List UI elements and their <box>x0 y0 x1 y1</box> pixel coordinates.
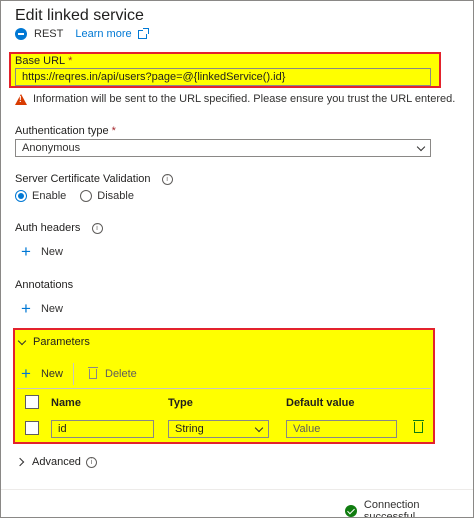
external-link-icon[interactable] <box>137 27 149 39</box>
cert-validation-options: Enable Disable <box>15 190 134 202</box>
auth-type-select[interactable]: Anonymous <box>15 139 431 157</box>
auth-headers-new-button[interactable]: + New <box>21 242 63 261</box>
select-all-checkbox[interactable] <box>25 395 39 409</box>
enable-radio[interactable] <box>15 190 27 202</box>
auth-headers-label: Auth headers i <box>15 222 103 234</box>
trash-icon <box>88 367 98 379</box>
cert-validation-label-text: Server Certificate Validation <box>15 173 151 185</box>
chevron-down-icon <box>17 336 27 345</box>
rest-icon <box>15 28 27 40</box>
panel-title: Edit linked service <box>15 7 144 24</box>
connection-status: Connection successful <box>345 499 473 518</box>
service-type: REST <box>34 28 64 40</box>
warning-icon <box>15 93 27 105</box>
new-label: New <box>40 368 63 380</box>
parameter-name-input[interactable]: id <box>51 420 154 438</box>
warning-text: Information will be sent to the URL spec… <box>33 93 456 105</box>
parameter-default-value-input[interactable]: Value <box>286 420 397 438</box>
parameters-toolbar-divider <box>17 388 431 389</box>
advanced-section-toggle[interactable]: Advanced i <box>15 456 97 468</box>
plus-icon: + <box>21 299 31 318</box>
toolbar-separator <box>73 363 74 385</box>
advanced-label: Advanced <box>32 456 81 468</box>
disable-radio[interactable] <box>80 190 93 202</box>
service-subtitle: REST Learn more <box>15 27 149 40</box>
disable-radio-label: Disable <box>97 190 134 202</box>
delete-row-button[interactable] <box>413 420 431 436</box>
base-url-label: Base URL * <box>15 55 72 67</box>
connection-status-text: Connection successful <box>363 499 420 518</box>
plus-icon: + <box>21 364 31 383</box>
learn-more-link[interactable]: Learn more <box>75 28 131 40</box>
parameter-type-select[interactable]: String <box>168 420 269 438</box>
base-url-input[interactable]: https://reqres.in/api/users?page=@{linke… <box>15 68 431 86</box>
auth-headers-label-text: Auth headers <box>15 222 81 234</box>
parameters-delete-button[interactable]: Delete <box>88 367 137 380</box>
annotations-new-button[interactable]: + New <box>21 299 63 318</box>
enable-radio-label: Enable <box>32 190 67 202</box>
chevron-down-icon <box>254 423 264 432</box>
info-icon[interactable]: i <box>161 174 173 185</box>
column-header-type: Type <box>168 397 193 409</box>
parameters-new-button[interactable]: + New <box>21 364 63 383</box>
column-header-name: Name <box>51 397 81 409</box>
trash-icon <box>413 420 424 433</box>
base-url-label-text: Base URL <box>15 55 66 67</box>
row-checkbox[interactable] <box>25 421 39 435</box>
footer-divider <box>1 489 473 490</box>
column-header-default-value: Default value <box>286 397 355 409</box>
auth-type-label-text: Authentication type <box>15 125 109 137</box>
check-circle-icon <box>345 505 357 517</box>
required-marker: * <box>111 125 116 137</box>
required-marker: * <box>68 55 73 67</box>
annotations-label: Annotations <box>15 279 74 291</box>
chevron-down-icon <box>416 142 426 151</box>
new-label: New <box>40 303 63 315</box>
info-icon[interactable]: i <box>85 456 97 468</box>
parameters-label: Parameters <box>33 336 90 348</box>
parameters-section-toggle[interactable]: Parameters <box>17 336 90 348</box>
plus-icon: + <box>21 242 31 261</box>
delete-label: Delete <box>105 368 137 380</box>
edit-linked-service-panel: Edit linked service REST Learn more Base… <box>0 0 474 518</box>
cert-validation-label: Server Certificate Validation i <box>15 173 173 185</box>
base-url-warning: Information will be sent to the URL spec… <box>15 93 455 105</box>
chevron-right-icon <box>15 457 25 467</box>
auth-type-label: Authentication type * <box>15 125 116 137</box>
auth-type-value: Anonymous <box>22 142 81 154</box>
info-icon[interactable]: i <box>91 223 103 234</box>
parameter-type-value: String <box>175 423 204 435</box>
new-label: New <box>40 246 63 258</box>
